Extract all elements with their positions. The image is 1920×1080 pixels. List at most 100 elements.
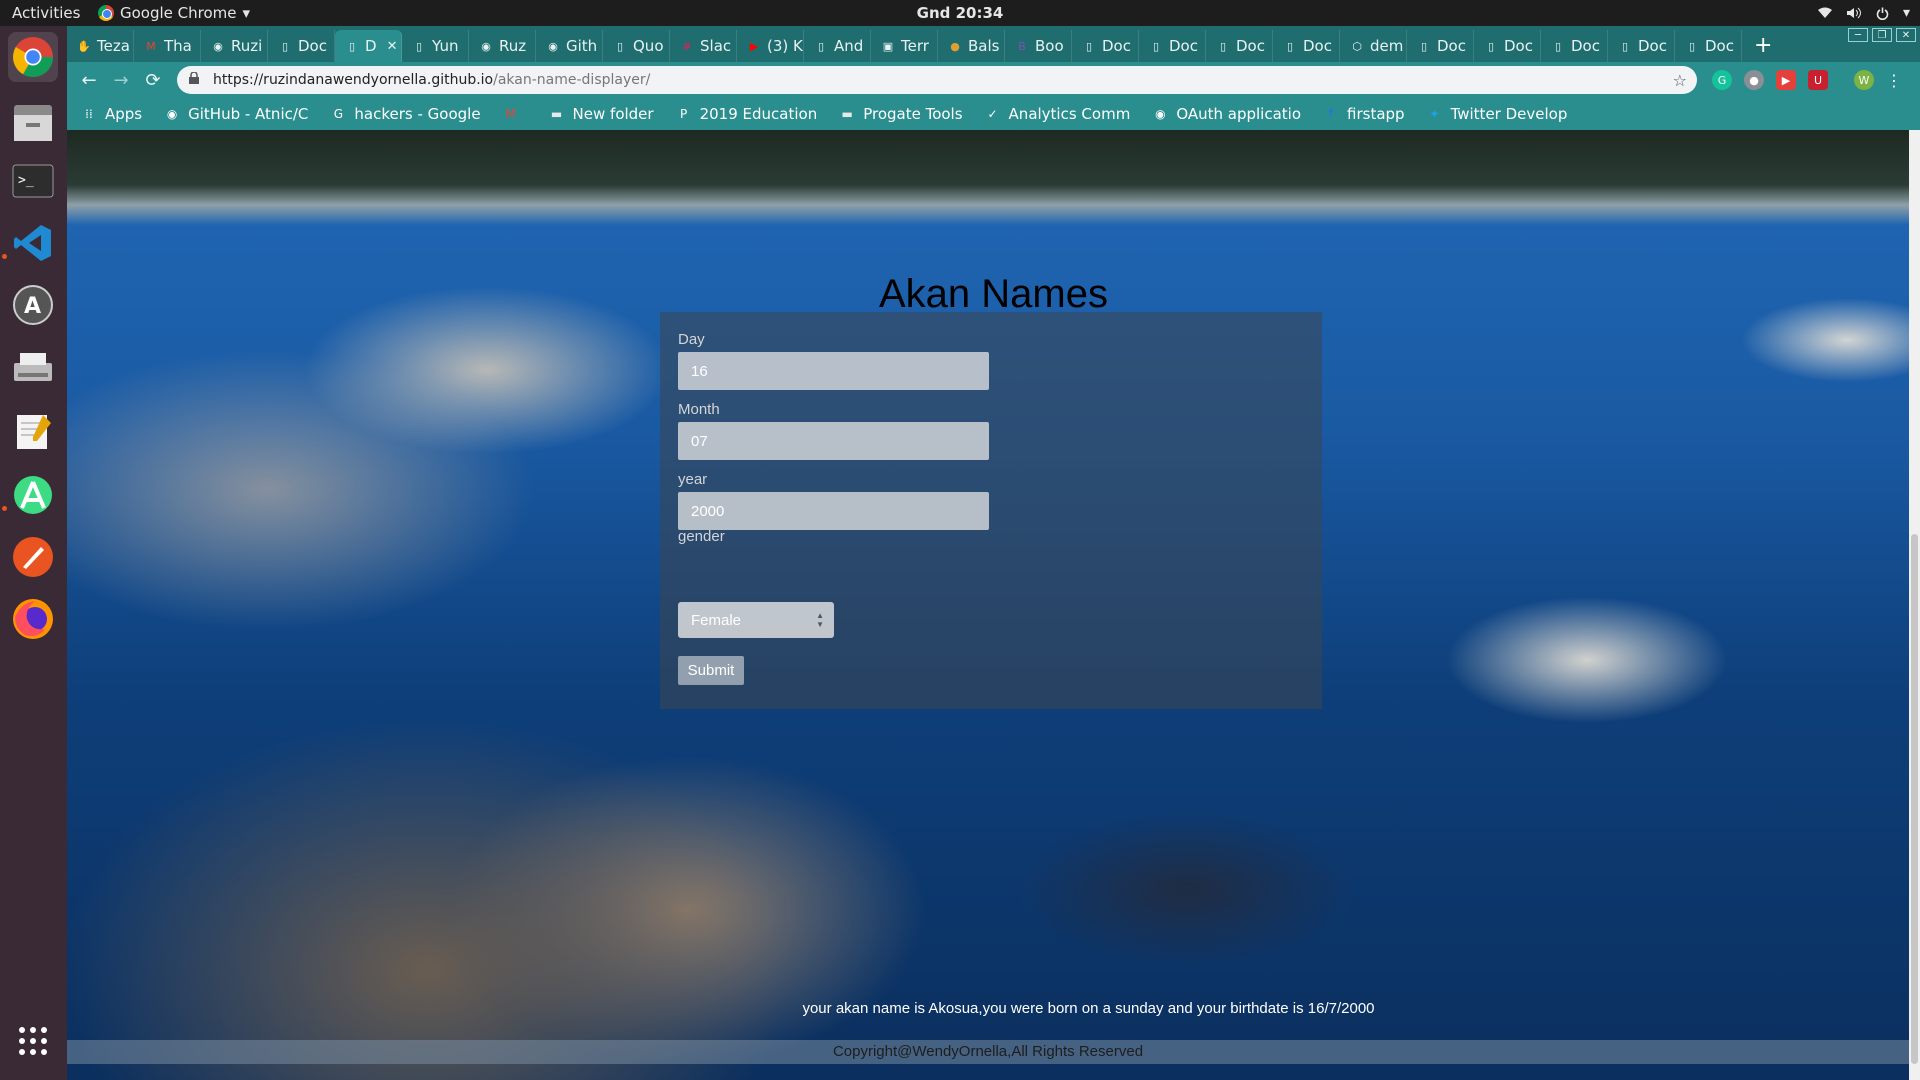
bookmark-item[interactable]: f firstapp: [1323, 105, 1405, 123]
year-input[interactable]: [678, 492, 989, 530]
bookmark-item[interactable]: M: [503, 106, 527, 122]
browser-tab[interactable]: ▯ Doc: [1474, 30, 1541, 62]
dock-android-studio[interactable]: [8, 470, 58, 520]
bookmark-item[interactable]: Ghackers - Google: [330, 105, 481, 123]
bookmark-label: firstapp: [1347, 105, 1405, 123]
submit-button[interactable]: Submit: [678, 656, 744, 685]
browser-tab[interactable]: ▯ Doc: [1608, 30, 1675, 62]
browser-tab[interactable]: ▯ Yun: [402, 30, 469, 62]
browser-tab[interactable]: B Boo: [1005, 30, 1072, 62]
browser-tab[interactable]: ▯ Doc: [1206, 30, 1273, 62]
github-icon: ◉: [481, 39, 491, 53]
menu-kebab-icon[interactable]: ⋮: [1884, 70, 1904, 90]
ublock-icon[interactable]: U: [1808, 70, 1828, 90]
extension-icon[interactable]: ●: [1744, 70, 1764, 90]
app-menu[interactable]: Google Chrome ▾: [98, 4, 250, 22]
tab-title: Boo: [1035, 37, 1064, 55]
bookmark-item[interactable]: ▬ New folder: [549, 105, 654, 123]
gender-select[interactable]: Female ▲ ▼: [678, 602, 834, 638]
month-input[interactable]: [678, 422, 989, 460]
bookmark-label: Apps: [105, 105, 143, 123]
folder-icon: ▬: [550, 107, 563, 121]
browser-tab[interactable]: ◉ Ruzi: [201, 30, 268, 62]
bookmark-item[interactable]: ⁞⁞ Apps: [81, 105, 142, 123]
minimize-button[interactable]: ─: [1848, 28, 1868, 42]
browser-tab[interactable]: ▯ Doc: [1407, 30, 1474, 62]
chevron-down-icon: ▾: [242, 4, 251, 22]
forward-button[interactable]: →: [105, 70, 137, 91]
browser-tab[interactable]: ▶ (3) K: [737, 30, 804, 62]
tab-title: Bals: [968, 37, 1000, 55]
address-bar[interactable]: https://ruzindanawendyornella.github.io /…: [177, 66, 1697, 94]
page-icon: ▯: [281, 39, 289, 53]
bookmark-item[interactable]: ◉ OAuth applicatio: [1152, 105, 1301, 123]
browser-tab[interactable]: ▯ And: [804, 30, 871, 62]
browser-tab[interactable]: M Tha: [134, 30, 201, 62]
url-host: https://ruzindanawendyornella.github.io: [213, 72, 494, 88]
page-icon: ▯: [1688, 39, 1696, 53]
browser-tab[interactable]: ▯ Quo: [603, 30, 670, 62]
bookmark-item[interactable]: ✦ Twitter Develop: [1427, 105, 1568, 123]
browser-tab[interactable]: ▯ Doc: [268, 30, 335, 62]
dock-sketch[interactable]: [8, 532, 58, 582]
dock-updater[interactable]: A: [8, 280, 58, 330]
grammarly-icon[interactable]: G: [1712, 70, 1732, 90]
lock-icon: [189, 71, 201, 88]
close-tab-icon[interactable]: ✕: [387, 39, 398, 54]
browser-tab[interactable]: ● Bals: [938, 30, 1005, 62]
browser-tab[interactable]: ▯ Doc: [1273, 30, 1340, 62]
extension-icon[interactable]: ▶: [1776, 70, 1796, 90]
tab-title: Slac: [700, 37, 732, 55]
tab-title: Doc: [1504, 37, 1533, 55]
maximize-button[interactable]: ❐: [1872, 28, 1892, 42]
browser-tab[interactable]: ▯ D ✕: [335, 30, 402, 62]
browser-tab[interactable]: ◉ Ruz: [469, 30, 536, 62]
browser-tab[interactable]: ▯ Doc: [1675, 30, 1742, 62]
facebook-icon: f: [1328, 107, 1334, 121]
browser-tab[interactable]: ⬡ dem: [1340, 30, 1407, 62]
back-button[interactable]: ←: [73, 70, 105, 91]
dock-text-editor[interactable]: [8, 406, 58, 456]
browser-tab[interactable]: ▯ Doc: [1541, 30, 1608, 62]
bookmark-item[interactable]: ▬ Progate Tools: [839, 105, 963, 123]
month-label: Month: [678, 401, 720, 418]
bookmark-star-icon[interactable]: ☆: [1673, 71, 1687, 90]
reload-button[interactable]: ⟳: [137, 70, 169, 91]
clock[interactable]: Gnd 20:34: [917, 4, 1004, 22]
browser-tab[interactable]: # Slac: [670, 30, 737, 62]
dock-chrome[interactable]: [8, 32, 58, 82]
browser-tab[interactable]: ▯ Doc: [1072, 30, 1139, 62]
github-icon: ◉: [1155, 107, 1166, 121]
year-label: year: [678, 471, 708, 488]
bookmark-item[interactable]: ✓ Analytics Comm: [985, 105, 1131, 123]
scrollbar-thumb[interactable]: [1911, 534, 1918, 1064]
page-icon: ▯: [1420, 39, 1428, 53]
browser-tab[interactable]: ◉ Gith: [536, 30, 603, 62]
page-scrollbar[interactable]: [1909, 130, 1920, 1080]
tab-title: (3) K: [767, 37, 803, 55]
dock-show-apps[interactable]: [8, 1016, 58, 1066]
dock-firefox[interactable]: [8, 594, 58, 644]
close-window-button[interactable]: ✕: [1896, 28, 1916, 42]
dock-terminal[interactable]: >_: [8, 156, 58, 206]
bookmark-item[interactable]: P 2019 Education: [676, 105, 817, 123]
bookmark-label: hackers - Google: [354, 105, 481, 123]
browser-tab[interactable]: ▯ Doc: [1139, 30, 1206, 62]
profile-avatar[interactable]: W: [1854, 70, 1874, 90]
svg-text:>_: >_: [18, 173, 34, 188]
dock-scanner[interactable]: [8, 344, 58, 394]
activities-button[interactable]: Activities: [0, 4, 98, 22]
dock-files[interactable]: [8, 98, 58, 148]
chevron-down-icon: ▾: [1902, 5, 1910, 21]
browser-tab[interactable]: ▣ Terr: [871, 30, 938, 62]
tab-title: Yun: [432, 37, 459, 55]
tab-title: Doc: [1102, 37, 1131, 55]
browser-tab[interactable]: ✋ Teza: [67, 30, 134, 62]
bookmark-item[interactable]: ◉ GitHub - Atnic/C: [164, 105, 309, 123]
new-tab-button[interactable]: +: [1742, 33, 1784, 62]
system-tray[interactable]: ▾: [1817, 5, 1910, 21]
day-input[interactable]: [678, 352, 989, 390]
dock-vscode[interactable]: [8, 218, 58, 268]
firefox-icon: [13, 599, 53, 639]
page-icon: ▯: [1487, 39, 1495, 53]
